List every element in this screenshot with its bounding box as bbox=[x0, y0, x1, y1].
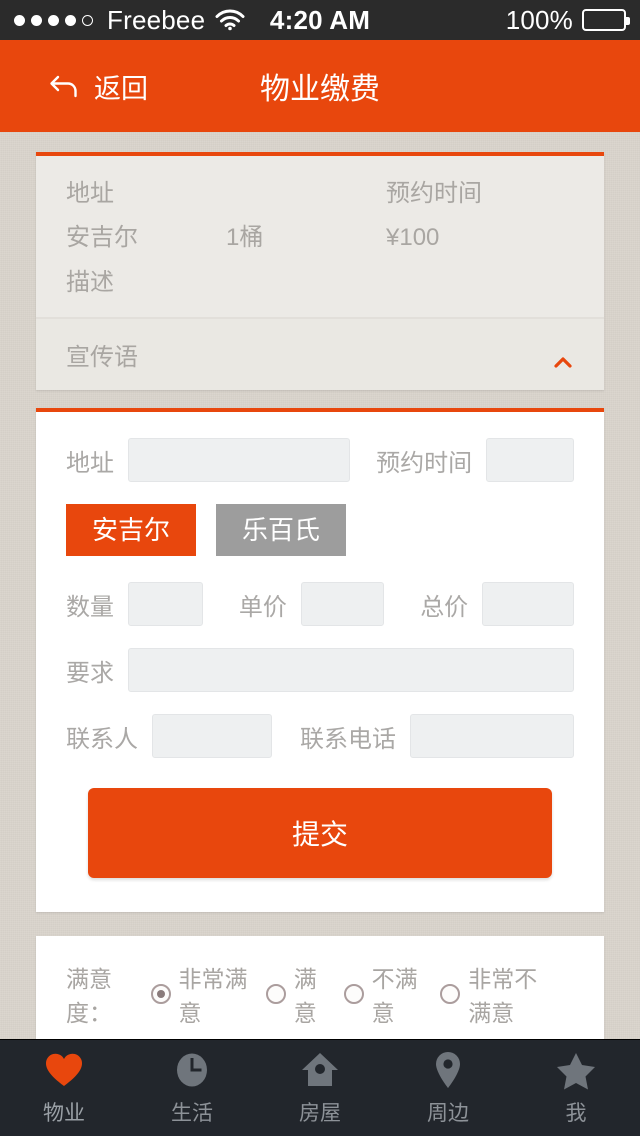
satisfaction-row: 满意度： 非常满意 满意 不满意 非常不满意 bbox=[66, 960, 574, 1028]
form-row-pricing: 数量 单价 总价 bbox=[66, 582, 574, 627]
quantity-label: 数量 bbox=[66, 593, 114, 621]
order-summary-grid: 地址 预约时间 安吉尔 1桶 ¥100 描述 bbox=[66, 178, 574, 299]
signal-dot-1 bbox=[14, 14, 25, 26]
status-bar-right: 100% bbox=[505, 4, 630, 36]
tab-label-life: 生活 bbox=[171, 1102, 213, 1125]
tab-label-nearby: 周边 bbox=[427, 1102, 469, 1125]
battery-icon bbox=[582, 9, 630, 31]
tab-label-property: 物业 bbox=[43, 1102, 85, 1125]
clock-icon bbox=[171, 1049, 213, 1091]
address-label: 地址 bbox=[66, 449, 114, 477]
tab-property[interactable]: 物业 bbox=[0, 1049, 128, 1127]
clock-time: 4:20 AM bbox=[269, 4, 371, 35]
heart-icon bbox=[43, 1049, 85, 1091]
undo-arrow-icon bbox=[48, 71, 82, 101]
submit-button[interactable]: 提交 bbox=[88, 788, 552, 879]
brand-option-angel[interactable]: 安吉尔 bbox=[66, 504, 197, 557]
brand-option-robust[interactable]: 乐百氏 bbox=[216, 504, 347, 557]
order-form-body: 地址 预约时间 安吉尔 乐百氏 数量 单价 总价 要求 联系人 联系电话 提交 bbox=[36, 412, 604, 912]
tab-life[interactable]: 生活 bbox=[128, 1049, 256, 1127]
requirement-label: 要求 bbox=[66, 659, 114, 687]
form-row-requirement: 要求 bbox=[66, 648, 574, 693]
summary-row1-mid bbox=[226, 178, 386, 210]
summary-address-label: 地址 bbox=[66, 180, 114, 207]
navigation-bar: 返回 物业缴费 bbox=[0, 40, 640, 132]
total-price-label: 总价 bbox=[420, 593, 469, 621]
radio-icon-very-dissatisfied[interactable] bbox=[440, 984, 461, 1005]
status-bar: Freebee 4:20 AM 100% bbox=[0, 0, 640, 40]
back-button-label: 返回 bbox=[94, 73, 148, 104]
app-screen: Freebee 4:20 AM 100% 返回 物业缴费 地址 预约时间 安吉尔… bbox=[0, 0, 640, 1136]
contact-person-input[interactable] bbox=[152, 714, 272, 759]
radio-icon-satisfied[interactable] bbox=[265, 984, 286, 1005]
satisfaction-option-label-3: 非常不满意 bbox=[468, 966, 538, 1027]
order-summary-card: 地址 预约时间 安吉尔 1桶 ¥100 描述 宣传语 bbox=[36, 152, 604, 391]
radio-icon-dissatisfied[interactable] bbox=[343, 984, 364, 1005]
summary-description-label: 描述 bbox=[66, 268, 114, 296]
satisfaction-option-very-dissatisfied[interactable]: 非常不满意 bbox=[440, 960, 556, 1028]
signal-dot-3 bbox=[48, 14, 59, 26]
form-row-contact: 联系人 联系电话 bbox=[66, 714, 574, 759]
unit-price-label: 单价 bbox=[238, 593, 287, 621]
summary-quantity-value: 1桶 bbox=[226, 224, 264, 252]
satisfaction-option-very-satisfied[interactable]: 非常满意 bbox=[150, 960, 248, 1028]
summary-row3-mid bbox=[226, 267, 386, 299]
satisfaction-option-dissatisfied[interactable]: 不满意 bbox=[343, 960, 423, 1028]
satisfaction-option-label-0: 非常满意 bbox=[178, 966, 248, 1027]
map-pin-icon bbox=[427, 1049, 469, 1091]
satisfaction-label: 满意度： bbox=[66, 966, 112, 1027]
chevron-up-icon[interactable] bbox=[552, 348, 574, 368]
unit-price-input[interactable] bbox=[300, 582, 385, 627]
order-form-card: 地址 预约时间 安吉尔 乐百氏 数量 单价 总价 要求 联系人 联系电话 提交 bbox=[36, 408, 604, 913]
appointment-time-label: 预约时间 bbox=[376, 449, 473, 477]
contact-phone-label: 联系电话 bbox=[300, 725, 396, 753]
page-content: 地址 预约时间 安吉尔 1桶 ¥100 描述 宣传语 地址 预约时间 安吉尔 乐… bbox=[0, 132, 640, 1040]
bottom-tab-bar: 物业 生活 房屋 周边 我 bbox=[0, 1039, 640, 1136]
tab-house[interactable]: 房屋 bbox=[256, 1049, 384, 1127]
tab-profile[interactable]: 我 bbox=[512, 1049, 640, 1127]
order-summary-body: 地址 预约时间 安吉尔 1桶 ¥100 描述 bbox=[36, 156, 604, 317]
satisfaction-option-label-2: 不满意 bbox=[371, 966, 418, 1027]
carrier-name: Freebee bbox=[107, 4, 206, 35]
contact-person-label: 联系人 bbox=[66, 725, 138, 753]
slogan-collapse-row[interactable]: 宣传语 bbox=[36, 317, 604, 391]
appointment-time-input[interactable] bbox=[486, 438, 574, 483]
total-price-input[interactable] bbox=[482, 582, 574, 627]
quantity-input[interactable] bbox=[128, 582, 203, 627]
summary-price-value: ¥100 bbox=[386, 224, 440, 252]
wifi-icon bbox=[215, 9, 245, 31]
tab-nearby[interactable]: 周边 bbox=[384, 1049, 512, 1127]
brand-selector: 安吉尔 乐百氏 bbox=[66, 504, 574, 557]
signal-dot-2 bbox=[31, 14, 42, 26]
signal-dot-4 bbox=[65, 14, 76, 26]
summary-brand-value: 安吉尔 bbox=[66, 224, 138, 252]
slogan-label: 宣传语 bbox=[66, 344, 138, 372]
tab-label-house: 房屋 bbox=[299, 1102, 341, 1125]
star-icon bbox=[555, 1049, 597, 1091]
satisfaction-option-label-1: 满意 bbox=[293, 966, 317, 1027]
address-input[interactable] bbox=[128, 438, 351, 483]
status-bar-left: Freebee bbox=[14, 5, 245, 36]
submit-button-wrap: 提交 bbox=[66, 780, 574, 879]
tab-label-profile: 我 bbox=[565, 1102, 587, 1125]
summary-appointment-label: 预约时间 bbox=[386, 180, 482, 207]
summary-row3-right bbox=[386, 267, 574, 299]
radio-icon-very-satisfied[interactable] bbox=[150, 984, 171, 1005]
feedback-card: 满意度： 非常满意 满意 不满意 非常不满意 评价： bbox=[36, 936, 604, 1040]
back-button[interactable]: 返回 bbox=[48, 67, 148, 106]
signal-dot-5 bbox=[82, 14, 93, 26]
signal-strength-dots bbox=[14, 14, 93, 26]
battery-percent-label: 100% bbox=[505, 4, 573, 35]
contact-phone-input[interactable] bbox=[410, 714, 574, 759]
form-row-address: 地址 预约时间 bbox=[66, 438, 574, 483]
requirement-input[interactable] bbox=[128, 648, 574, 693]
house-icon bbox=[299, 1049, 341, 1091]
satisfaction-option-satisfied[interactable]: 满意 bbox=[265, 960, 326, 1028]
